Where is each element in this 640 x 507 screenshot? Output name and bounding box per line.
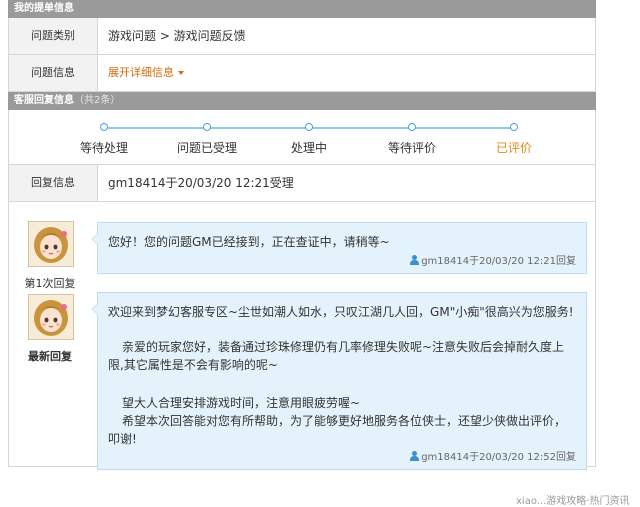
step-label: 处理中	[290, 141, 327, 155]
ticket-detail-panel: 我的提单信息 问题类别 游戏问题 > 游戏问题反馈 问题信息 展开详细信息 客服…	[8, 0, 596, 470]
step-accepted: 问题已受理	[167, 110, 247, 156]
reply-1-meta-text: gm18414于20/03/20 12:21回复	[421, 256, 576, 267]
reply-section-header: 客服回复信息（共2条）	[8, 92, 596, 110]
bubble-arrow	[91, 233, 98, 245]
issue-category-value: 游戏问题 > 游戏问题反馈	[108, 29, 246, 43]
issue-category-row: 问题类别 游戏问题 > 游戏问题反馈	[8, 18, 596, 55]
step-awaiting-rating: 等待评价	[372, 110, 452, 156]
step-label: 已评价	[495, 141, 532, 155]
reply-2-paragraph-3: 望大人合理安排游戏时间，注意用眼疲劳喔~	[122, 396, 361, 410]
girl-avatar-icon	[29, 222, 73, 266]
reply-info-label: 回复信息	[9, 165, 98, 201]
bubble-arrow	[91, 303, 98, 315]
reply-1-label: 第1次回复	[24, 277, 76, 290]
step-dot	[100, 123, 108, 131]
caret-down-icon	[178, 71, 184, 75]
issue-category-label: 问题类别	[9, 18, 98, 54]
reply-bubble-1: 您好！您的问题GM已经接到，正在查证中，请稍等~ gm18414于20/03/2…	[91, 222, 587, 274]
ticket-section-title: 我的提单信息	[14, 3, 74, 14]
ticket-section-header: 我的提单信息	[8, 0, 596, 18]
step-dot	[305, 123, 313, 131]
step-label: 问题已受理	[176, 141, 237, 155]
reply-2-label: 最新回复	[28, 350, 72, 363]
reply-section-title: 客服回复信息	[14, 95, 74, 106]
reply-2-meta: gm18414于20/03/20 12:52回复	[410, 448, 576, 463]
step-waiting: 等待处理	[64, 110, 144, 156]
status-progress: 等待处理 问题已受理 处理中 等待评价 已评价	[8, 110, 596, 165]
avatar	[28, 221, 74, 267]
reply-1-meta: gm18414于20/03/20 12:21回复	[410, 252, 576, 267]
reply-2-paragraph-1: 欢迎来到梦幻客服专区~尘世如潮人如水，只叹江湖几人回，GM"小痴"很高兴为您服务…	[108, 305, 574, 319]
expand-details-link[interactable]: 展开详细信息	[98, 55, 184, 91]
step-processing: 处理中	[269, 110, 349, 156]
reply-2-paragraph-2: 亲爱的玩家您好，装备通过珍珠修理仍有几率修理失败呢~注意失败后会掉耐久度上限,其…	[108, 340, 565, 372]
reply-2-meta-text: gm18414于20/03/20 12:52回复	[421, 452, 576, 463]
reply-info-row: 回复信息 gm18414于20/03/20 12:21受理	[8, 165, 596, 202]
step-label: 等待评价	[387, 141, 436, 155]
girl-avatar-icon	[29, 295, 73, 339]
step-dot	[408, 123, 416, 131]
step-dot	[510, 123, 518, 131]
expand-details-label: 展开详细信息	[108, 66, 174, 79]
reply-info-value: gm18414于20/03/20 12:21受理	[108, 176, 294, 190]
reply-count: （共2条）	[74, 95, 121, 106]
user-icon	[410, 255, 420, 265]
reply-bubble-2: 欢迎来到梦幻客服专区~尘世如潮人如水，只叹江湖几人回，GM"小痴"很高兴为您服务…	[91, 292, 587, 470]
step-rated: 已评价	[474, 110, 554, 156]
issue-info-label: 问题信息	[9, 55, 98, 91]
avatar	[28, 294, 74, 340]
conversation-area: 第1次回复 您好！您的问题GM已经接到，正在查证中，请稍等~ gm18414于2…	[8, 202, 596, 470]
step-dot	[203, 123, 211, 131]
reply-1-text: 您好！您的问题GM已经接到，正在查证中，请稍等~	[108, 235, 390, 249]
reply-2-paragraph-4: 希望本次回答能对您有所帮助，为了能够更好地服务各位侠士，还望少侠做出评价，叩谢!	[108, 414, 567, 446]
user-icon	[410, 451, 420, 461]
issue-info-row: 问题信息 展开详细信息	[8, 55, 596, 92]
step-label: 等待处理	[79, 141, 128, 155]
